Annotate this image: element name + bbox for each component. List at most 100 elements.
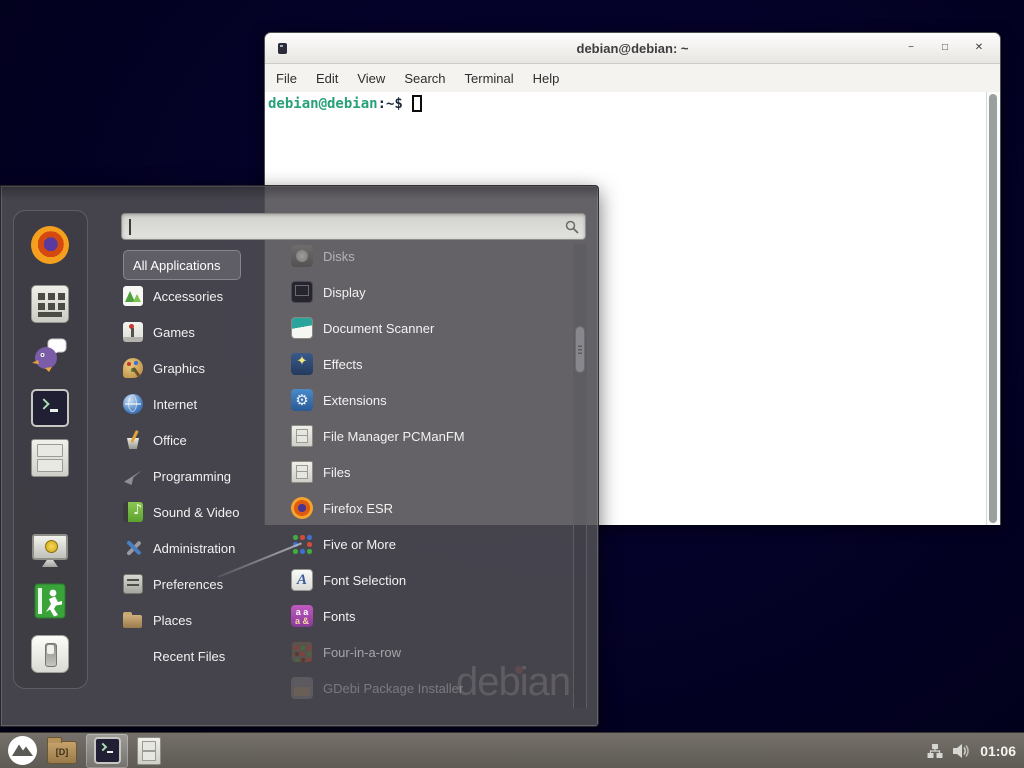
menu-help[interactable]: Help: [533, 71, 560, 86]
category-label: Games: [153, 325, 195, 340]
files-taskbar-button[interactable]: [137, 734, 161, 768]
prompt-path: :~$: [378, 96, 403, 112]
category-internet[interactable]: Internet: [123, 386, 273, 422]
app-font-selection[interactable]: Font Selection: [291, 562, 563, 598]
menu-terminal[interactable]: Terminal: [465, 71, 514, 86]
app-list-scrollbar[interactable]: [573, 244, 587, 708]
close-button[interactable]: ✕: [974, 43, 984, 53]
lock-screen-icon: [31, 531, 69, 569]
app-label: Effects: [323, 357, 363, 372]
effects-icon: [291, 353, 313, 375]
category-label: Recent Files: [153, 649, 225, 664]
category-games[interactable]: Games: [123, 314, 273, 350]
terminal-scrollbar[interactable]: [986, 92, 1000, 525]
favorite-pidgin-button[interactable]: [31, 335, 69, 373]
app-label: File Manager PCManFM: [323, 429, 465, 444]
file-manager-folder-icon: [D]: [47, 741, 77, 764]
app-label: Extensions: [323, 393, 387, 408]
category-preferences[interactable]: Preferences: [123, 566, 273, 602]
volume-icon[interactable]: [952, 743, 971, 759]
disks-icon: [291, 245, 313, 267]
document-scanner-icon: [291, 317, 313, 339]
folder-badge: [D]: [56, 747, 69, 757]
app-document-scanner[interactable]: Document Scanner: [291, 310, 563, 346]
favorite-terminal-button[interactable]: [31, 389, 69, 427]
category-label: Accessories: [153, 289, 223, 304]
terminal-scrollbar-thumb[interactable]: [989, 94, 997, 523]
application-menu: All Applications Accessories Games Graph…: [0, 185, 599, 727]
app-effects[interactable]: Effects: [291, 346, 563, 382]
preferences-icon: [123, 574, 143, 594]
fonts-icon: [291, 605, 313, 627]
shutdown-button[interactable]: [31, 635, 69, 673]
minimize-button[interactable]: −: [906, 43, 916, 53]
application-list: Disks Display Document Scanner Effects E…: [291, 238, 563, 706]
app-label: Files: [323, 465, 350, 480]
search-icon: [565, 220, 579, 234]
search-input[interactable]: [121, 213, 586, 240]
file-cabinet-icon: [291, 425, 313, 447]
category-sound-video[interactable]: Sound & Video: [123, 494, 273, 530]
graphics-icon: [123, 358, 143, 378]
menu-search[interactable]: Search: [404, 71, 445, 86]
category-places[interactable]: Places: [123, 602, 273, 638]
app-label: Five or More: [323, 537, 396, 552]
terminal-taskbar-button[interactable]: [86, 734, 128, 768]
menu-edit[interactable]: Edit: [316, 71, 338, 86]
maximize-button[interactable]: □: [940, 43, 950, 53]
app-firefox-esr[interactable]: Firefox ESR: [291, 490, 563, 526]
category-graphics[interactable]: Graphics: [123, 350, 273, 386]
app-label: Document Scanner: [323, 321, 434, 336]
prompt-user-host: debian@debian: [268, 96, 378, 112]
firefox-icon: [291, 497, 313, 519]
gdebi-icon: [291, 677, 313, 699]
category-label: Sound & Video: [153, 505, 240, 520]
firefox-icon: [31, 226, 69, 264]
app-extensions[interactable]: Extensions: [291, 382, 563, 418]
category-programming[interactable]: Programming: [123, 458, 273, 494]
app-label: Firefox ESR: [323, 501, 393, 516]
menu-button[interactable]: [7, 734, 38, 768]
file-manager-button[interactable]: [D]: [47, 734, 77, 768]
terminal-titlebar[interactable]: debian@debian: ~ − □ ✕: [265, 33, 1000, 64]
pidgin-icon: [31, 335, 69, 373]
app-four-in-a-row[interactable]: Four-in-a-row: [291, 634, 563, 670]
favorite-software-button[interactable]: [31, 285, 69, 323]
network-icon[interactable]: [927, 743, 943, 759]
taskbar: [D] 01:: [0, 732, 1024, 768]
category-accessories[interactable]: Accessories: [123, 278, 273, 314]
font-selection-icon: [291, 569, 313, 591]
app-five-or-more[interactable]: Five or More: [291, 526, 563, 562]
office-icon: [123, 430, 143, 450]
favorite-files-button[interactable]: [31, 439, 69, 477]
all-applications-button[interactable]: All Applications: [123, 250, 241, 280]
category-recent-files[interactable]: Recent Files: [123, 638, 273, 674]
menu-file[interactable]: File: [276, 71, 297, 86]
logout-button[interactable]: [31, 582, 69, 620]
clock[interactable]: 01:06: [980, 743, 1016, 759]
logout-icon: [31, 582, 69, 620]
app-fonts[interactable]: Fonts: [291, 598, 563, 634]
menu-view[interactable]: View: [357, 71, 385, 86]
lock-dot: [45, 540, 58, 553]
app-label: Font Selection: [323, 573, 406, 588]
taskbar-launchers: [D]: [0, 733, 161, 768]
app-file-manager-pcmanfm[interactable]: File Manager PCManFM: [291, 418, 563, 454]
category-label: Internet: [153, 397, 197, 412]
places-icon: [123, 610, 143, 630]
sound-video-icon: [123, 502, 143, 522]
terminal-cursor: [412, 95, 422, 112]
app-files[interactable]: Files: [291, 454, 563, 490]
app-disks[interactable]: Disks: [291, 238, 563, 274]
favorite-firefox-button[interactable]: [31, 226, 69, 264]
app-label: Four-in-a-row: [323, 645, 401, 660]
terminal-window-icon: [278, 43, 287, 54]
category-label: Places: [153, 613, 192, 628]
category-office[interactable]: Office: [123, 422, 273, 458]
category-administration[interactable]: Administration: [123, 530, 273, 566]
app-gdebi-package-installer[interactable]: GDebi Package Installer: [291, 670, 563, 706]
lock-screen-button[interactable]: [31, 531, 69, 569]
app-display[interactable]: Display: [291, 274, 563, 310]
app-list-scrollbar-thumb[interactable]: [575, 326, 585, 373]
favorites-panel: [13, 210, 88, 689]
